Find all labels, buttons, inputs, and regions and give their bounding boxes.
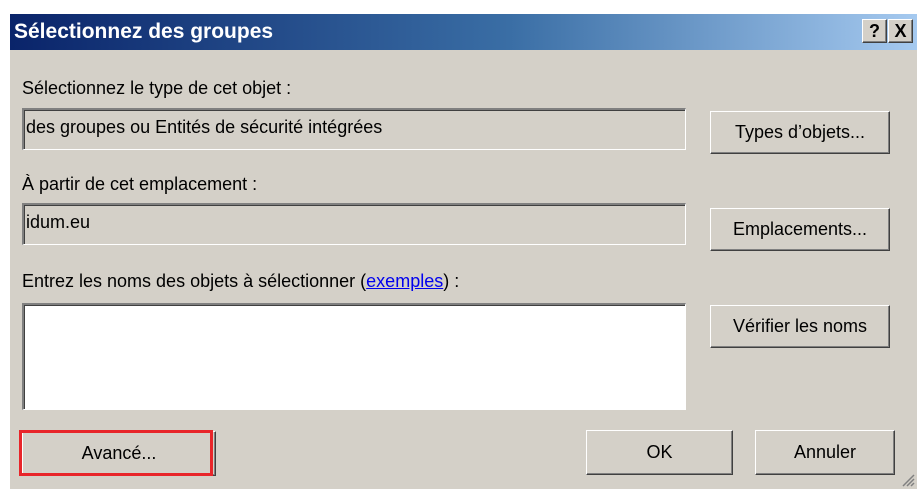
check-names-button[interactable]: Vérifier les noms — [710, 305, 890, 348]
help-icon: ? — [869, 21, 880, 41]
location-label: À partir de cet emplacement : — [22, 174, 258, 194]
locations-button-label: Emplacements... — [732, 219, 868, 239]
dialog-title: Sélectionnez des groupes — [14, 20, 274, 43]
close-button[interactable]: X — [888, 19, 913, 43]
examples-link[interactable]: exemples — [366, 271, 443, 291]
object-type-value: des groupes ou Entités de sécurité intég… — [26, 117, 383, 137]
location-field: idum.eu — [22, 203, 686, 245]
check-names-button-label: Vérifier les noms — [732, 316, 868, 336]
title-bar[interactable]: Sélectionnez des groupes ? X — [10, 14, 917, 50]
names-label-prefix: Entrez les noms des objets à sélectionne… — [22, 271, 367, 291]
ok-button-label: OK — [646, 442, 673, 462]
locations-button[interactable]: Emplacements... — [710, 208, 890, 251]
names-label: Entrez les noms des objets à sélectionne… — [22, 271, 459, 292]
object-type-label: Sélectionnez le type de cet objet : — [22, 78, 292, 98]
resize-grip-icon[interactable] — [901, 473, 915, 487]
object-types-button[interactable]: Types d’objets... — [710, 111, 890, 154]
object-names-input[interactable] — [22, 303, 686, 410]
select-groups-dialog: Sélectionnez des groupes ? X Sélectionne… — [8, 14, 917, 489]
names-label-suffix: ) : — [443, 271, 460, 291]
help-button[interactable]: ? — [862, 19, 887, 43]
ok-button[interactable]: OK — [586, 430, 733, 475]
close-icon: X — [894, 21, 907, 41]
advanced-button-label: Avancé... — [81, 443, 157, 463]
cancel-button-label: Annuler — [793, 442, 857, 462]
object-type-field: des groupes ou Entités de sécurité intég… — [22, 108, 686, 150]
object-types-button-label: Types d’objets... — [734, 122, 866, 142]
advanced-button[interactable]: Avancé... — [22, 431, 216, 476]
location-value: idum.eu — [26, 212, 91, 232]
cancel-button[interactable]: Annuler — [755, 430, 895, 475]
